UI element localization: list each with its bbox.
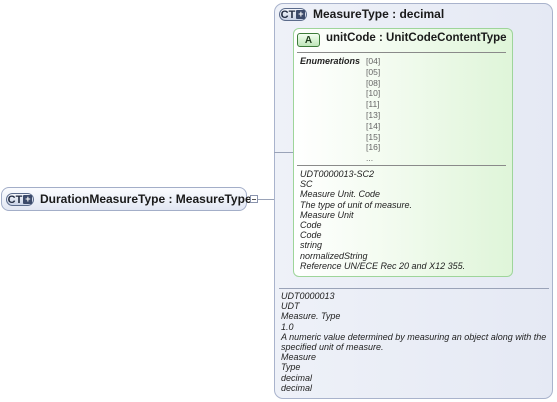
attribute-title: unitCode : UnitCodeContentType [326, 32, 507, 44]
complex-type-badge-label: CT [7, 193, 23, 206]
connector-line [274, 152, 293, 153]
enumeration-value: [16] [366, 142, 381, 153]
doc-line: normalizedString [300, 250, 368, 261]
divider [297, 52, 506, 53]
doc-line: string [300, 240, 323, 251]
enumeration-value: [04] [366, 56, 381, 66]
enumeration-value: [05] [366, 66, 381, 77]
measure-type-title: MeasureType : decimal [313, 7, 445, 21]
enumeration-list: [04] [05] [08] [10] [11] [13] [14] [15] … [366, 56, 380, 164]
enumeration-value: [11] [366, 99, 380, 110]
doc-line: UDT0000013-SC2 [300, 169, 375, 179]
doc-line: The type of unit of measure. [300, 199, 413, 210]
doc-line: Measure [281, 352, 317, 363]
doc-line: UDT [281, 301, 300, 312]
doc-line: decimal [281, 372, 313, 383]
attribute-documentation: UDT0000013-SC2 SC Measure Unit. Code The… [300, 169, 508, 271]
doc-line: Measure Unit. Code [300, 189, 381, 200]
plus-icon: + [23, 194, 33, 204]
doc-line: Type [281, 362, 301, 373]
enumerations-label: Enumerations [300, 56, 361, 66]
plus-icon: + [296, 9, 306, 19]
doc-line: UDT0000013 [281, 291, 335, 301]
doc-line: decimal [281, 382, 313, 393]
enumeration-value: [14] [366, 120, 381, 131]
doc-line: Measure Unit [300, 209, 354, 220]
enumeration-value: [08] [366, 77, 381, 88]
type-documentation: UDT0000013 UDT Measure. Type 1.0 A numer… [281, 291, 549, 393]
connector-line [258, 199, 274, 200]
complex-type-icon: CT + [6, 193, 34, 206]
divider [279, 288, 549, 289]
attribute-icon: A [297, 33, 320, 47]
doc-line: SC [300, 179, 313, 190]
collapse-toggle[interactable] [250, 195, 258, 203]
complex-type-icon: CT + [279, 8, 307, 21]
doc-line: Code [300, 220, 322, 231]
doc-line: Reference UN/ECE Rec 20 and X12 355. [300, 260, 466, 271]
enumeration-value: [10] [366, 88, 381, 99]
complex-type-badge-label: CT [280, 8, 296, 21]
divider [297, 165, 506, 166]
doc-line: 1.0 [281, 321, 294, 332]
doc-line: A numeric value determined by measuring … [281, 331, 547, 353]
enumeration-ellipsis: ... [366, 153, 374, 164]
enumeration-value: [15] [366, 131, 381, 142]
doc-line: Code [300, 230, 322, 241]
doc-line: Measure. Type [281, 311, 341, 322]
root-node-label: DurationMeasureType : MeasureType [40, 192, 252, 206]
enumeration-value: [13] [366, 109, 381, 120]
